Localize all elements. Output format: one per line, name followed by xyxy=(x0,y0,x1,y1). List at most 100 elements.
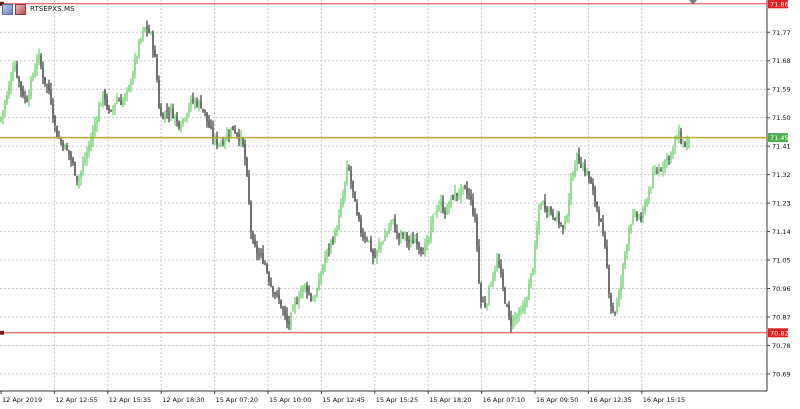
candle-body xyxy=(332,240,334,243)
candle-body xyxy=(50,89,52,103)
time-axis-label: 12 Apr 15:35 xyxy=(109,396,151,404)
candle-body xyxy=(398,233,400,239)
candle-body xyxy=(588,171,590,179)
candle-body xyxy=(614,312,616,314)
candle-body xyxy=(298,297,300,303)
candle-body xyxy=(650,187,652,190)
candle-body xyxy=(28,95,30,102)
candle-body xyxy=(122,99,124,106)
candle-body xyxy=(622,263,624,282)
candle-body xyxy=(330,240,332,248)
time-axis-label: 16 Apr 07:10 xyxy=(483,396,525,404)
candle-body xyxy=(344,182,346,197)
candle-body xyxy=(0,117,2,121)
candle-body xyxy=(592,183,594,190)
price-chart[interactable]: 12 Apr 2019 12 Apr 12:55 12 Apr 15:35 12 Ap… xyxy=(0,0,800,409)
time-axis-label: 15 Apr 15:25 xyxy=(376,396,418,404)
candle-body xyxy=(292,306,294,312)
candle-body xyxy=(134,58,136,74)
candle-body xyxy=(550,207,552,214)
candle-body xyxy=(498,261,500,265)
chart-window[interactable]: 12 Apr 2019 12 Apr 12:55 12 Apr 15:35 12 Ap… xyxy=(0,0,800,409)
close-chart-icon[interactable] xyxy=(15,3,26,15)
candle-body xyxy=(130,83,132,85)
candle-body xyxy=(524,303,526,307)
candle-body xyxy=(598,209,600,220)
candle-body xyxy=(316,289,318,297)
candle-body xyxy=(426,240,428,245)
candle-body xyxy=(304,284,306,288)
candle-body xyxy=(48,84,50,91)
candle-body xyxy=(372,250,374,257)
candle-body xyxy=(202,108,204,110)
candle-body xyxy=(652,173,654,188)
candle-body xyxy=(468,194,470,196)
candle-body xyxy=(408,240,410,243)
candle-body xyxy=(506,304,508,306)
candle-body xyxy=(116,99,118,104)
candle-body xyxy=(576,152,578,165)
candle-body xyxy=(276,293,278,295)
candle-body xyxy=(190,98,192,106)
candle-body xyxy=(428,238,430,240)
candle-body xyxy=(194,100,196,103)
price-axis-label: 71.14 xyxy=(772,228,791,236)
candle-body xyxy=(582,165,584,169)
candle-body xyxy=(40,55,42,67)
candle-body xyxy=(566,215,568,222)
candle-body xyxy=(384,236,386,242)
candle-body xyxy=(486,304,488,307)
candle-body xyxy=(638,216,640,218)
candle-body xyxy=(540,203,542,210)
candle-body xyxy=(24,96,26,99)
candle-body xyxy=(516,316,518,319)
candle-body xyxy=(456,192,458,197)
candle-body xyxy=(74,162,76,176)
candle-body xyxy=(302,286,304,292)
candle-body xyxy=(262,252,264,264)
candle-body xyxy=(352,180,354,192)
candle-body xyxy=(36,60,38,69)
candle-body xyxy=(660,169,662,171)
level-line-handle[interactable] xyxy=(0,330,4,335)
candle-body xyxy=(326,249,328,257)
candle-body xyxy=(232,126,234,131)
candle-body xyxy=(416,239,418,245)
candle-body xyxy=(158,80,160,108)
candle-body xyxy=(8,85,10,96)
candle-body xyxy=(124,94,126,100)
chart-shift-marker-icon[interactable] xyxy=(689,0,697,5)
candle-body xyxy=(260,253,262,255)
candle-body xyxy=(602,222,604,234)
candle-body xyxy=(78,178,80,182)
price-axis-label: 71.05 xyxy=(772,257,791,265)
candle-body xyxy=(624,253,626,265)
candle-body xyxy=(600,219,602,222)
candle-body xyxy=(286,314,288,323)
candle-body xyxy=(206,112,208,122)
candle-body xyxy=(630,224,632,231)
candle-body xyxy=(178,121,180,128)
candle-body xyxy=(538,209,540,228)
candle-body xyxy=(296,302,298,304)
price-axis-label: 70.78 xyxy=(772,342,791,350)
chart-window-icon[interactable] xyxy=(2,3,13,15)
candle-body xyxy=(348,168,350,170)
time-axis-label: 15 Apr 18:20 xyxy=(429,396,471,404)
candle-body xyxy=(364,237,366,239)
price-axis-label: 70.96 xyxy=(772,285,791,293)
candle-body xyxy=(188,106,190,113)
candle-body xyxy=(616,302,618,313)
candle-body xyxy=(378,245,380,250)
candle-body xyxy=(658,168,660,174)
candle-body xyxy=(128,85,130,91)
candle-body xyxy=(108,107,110,111)
candle-body xyxy=(636,213,638,218)
candle-body xyxy=(104,90,106,100)
candle-body xyxy=(474,215,476,217)
candle-body xyxy=(496,260,498,270)
candle-body xyxy=(450,195,452,205)
candle-body xyxy=(2,110,4,118)
candle-body xyxy=(410,239,412,242)
candle-body xyxy=(536,228,538,246)
